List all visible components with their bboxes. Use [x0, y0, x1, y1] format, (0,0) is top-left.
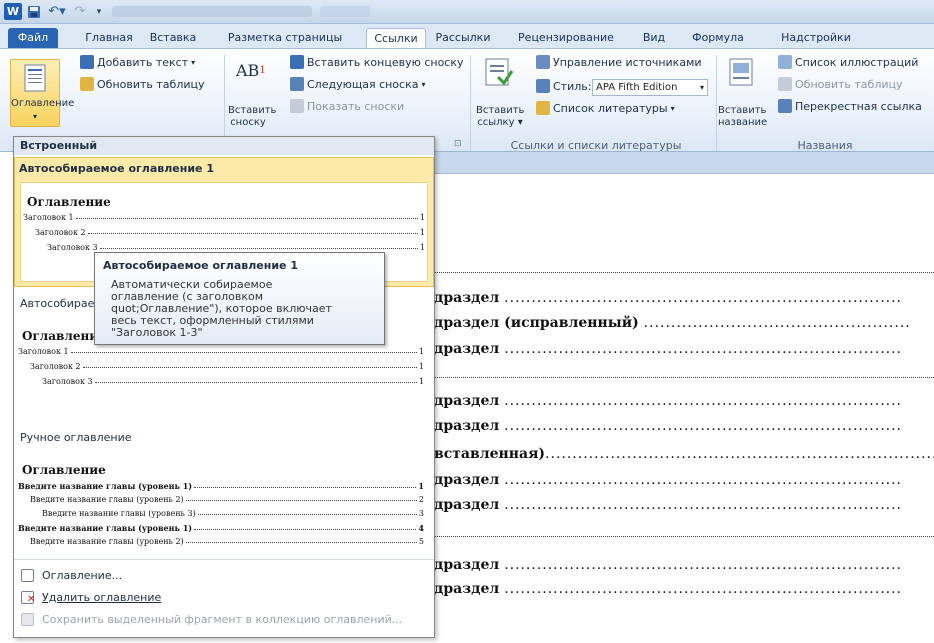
bibliography-icon: [536, 101, 550, 115]
insert-footnote-button[interactable]: Вставить сноску: [228, 105, 276, 129]
update-table-button[interactable]: Обновить таблицу: [80, 77, 205, 91]
toc-button[interactable]: Оглавление ▾: [10, 59, 75, 127]
toc-button-label: Оглавление: [11, 98, 75, 109]
window-title-blurred: [112, 6, 312, 17]
insert-caption-button[interactable]: Вставить название: [718, 105, 767, 129]
doc-line: драздел ................................…: [434, 472, 902, 488]
ribbon-tabs: Файл Главная Вставка Разметка страницы С…: [0, 24, 934, 48]
doc-line: драздел ................................…: [434, 290, 902, 306]
gallery-item-auto-toc-2-title[interactable]: Автособираем: [20, 297, 103, 310]
tab-formula[interactable]: Формула: [686, 28, 750, 48]
doc-line: драздел ................................…: [434, 581, 902, 597]
group-label-captions: Названия: [797, 139, 853, 152]
tab-home[interactable]: Главная: [78, 28, 140, 48]
doc-line: драздел ................................…: [434, 393, 902, 409]
next-footnote-button[interactable]: Следующая сноска ▾: [290, 77, 426, 91]
tab-addins[interactable]: Надстройки: [776, 28, 856, 48]
gallery-header-builtin: Встроенный: [14, 137, 434, 155]
add-text-icon: [80, 55, 94, 69]
redo-icon[interactable]: ↷: [72, 3, 88, 20]
toc-icon: [24, 64, 46, 92]
tab-page-layout[interactable]: Разметка страницы: [226, 28, 344, 48]
footnote-ab-icon[interactable]: AB 1: [236, 61, 266, 80]
insert-citation-icon: [485, 58, 514, 86]
add-text-button[interactable]: Добавить текст ▾: [80, 55, 195, 69]
tooltip-body: Автоматически собираемое оглавление (с з…: [111, 278, 332, 339]
word-logo-icon[interactable]: W: [4, 3, 22, 20]
style-icon: [536, 79, 550, 93]
cross-reference-icon: [778, 99, 792, 113]
manage-sources-icon: [536, 55, 550, 69]
doc-line: драздел ................................…: [434, 497, 902, 513]
menu-item-save-selection[interactable]: Сохранить выделенный фрагмент в коллекци…: [14, 609, 434, 630]
doc-line: драздел ................................…: [434, 557, 902, 573]
update-table-figures-icon: [778, 77, 792, 91]
doc-line: вставленная)............................…: [434, 446, 934, 462]
insert-caption-icon: [729, 58, 753, 86]
toc-gallery-dropdown: Встроенный Автособираемое оглавление 1 О…: [13, 136, 435, 638]
doc-dotted-line: [434, 377, 934, 378]
title-bar: W ↶▾ ↷ ▾: [0, 0, 934, 24]
doc-line: драздел ................................…: [434, 418, 902, 434]
tab-review[interactable]: Рецензирование: [514, 28, 618, 48]
tab-insert[interactable]: Вставка: [144, 28, 202, 48]
style-label: Стиль:: [536, 79, 591, 93]
update-table-figures-button[interactable]: Обновить таблицу: [778, 77, 903, 91]
save-icon[interactable]: [26, 3, 42, 20]
menu-separator: [14, 559, 434, 560]
menu-item-delete-toc[interactable]: ✕ Удалить оглавление: [14, 587, 434, 608]
endnote-icon: [290, 55, 304, 69]
manage-sources-button[interactable]: Управление источниками: [536, 55, 702, 69]
doc-dotted-line: [434, 272, 934, 273]
customize-toolbar-icon[interactable]: ▾: [92, 3, 106, 20]
tooltip-title: Автособираемое оглавление 1: [103, 259, 298, 272]
tab-view[interactable]: Вид: [636, 28, 672, 48]
doc-line: драздел (исправленный) .................…: [434, 315, 911, 331]
tooltip: Автособираемое оглавление 1 Автоматическ…: [94, 252, 385, 345]
insert-endnote-button[interactable]: Вставить концевую сноску: [290, 55, 464, 69]
tab-references[interactable]: Ссылки: [366, 28, 426, 48]
gallery-item-title: Автособираемое оглавление 1: [19, 162, 214, 175]
window-title-blurred-2: [320, 6, 370, 17]
chevron-down-icon: ▾: [32, 112, 37, 121]
table-of-figures-icon: [778, 55, 792, 69]
doc-line: драздел ................................…: [434, 341, 902, 357]
ruler: [434, 152, 934, 174]
cross-reference-button[interactable]: Перекрестная ссылка: [778, 99, 922, 113]
group-label-citations: Ссылки и списки литературы: [510, 139, 682, 152]
gallery-item-manual-toc-title[interactable]: Ручное оглавление: [20, 431, 132, 444]
save-selection-icon: [21, 613, 34, 626]
delete-toc-icon: ✕: [21, 591, 35, 605]
show-notes-icon: [290, 99, 304, 113]
doc-dotted-line: [434, 536, 934, 537]
tab-mailings[interactable]: Рассылки: [430, 28, 496, 48]
group-launcher-icon[interactable]: ⊡: [454, 139, 462, 149]
show-notes-button[interactable]: Показать сноски: [290, 99, 404, 113]
insert-citation-button[interactable]: Вставить ссылку ▾: [476, 105, 524, 129]
toc-doc-icon: [21, 569, 34, 582]
menu-item-toc-dialog[interactable]: Оглавление...: [14, 565, 434, 586]
next-footnote-icon: [290, 77, 304, 91]
manual-toc-preview[interactable]: Оглавление Введите название главы (урове…: [16, 455, 428, 555]
tab-file[interactable]: Файл: [8, 28, 58, 48]
style-dropdown[interactable]: APA Fifth Edition ▾: [592, 79, 708, 96]
update-table-icon: [80, 77, 94, 91]
undo-icon[interactable]: ↶▾: [46, 3, 68, 20]
bibliography-button[interactable]: Список литературы ▾: [536, 101, 675, 115]
table-of-figures-button[interactable]: Список иллюстраций: [778, 55, 918, 69]
